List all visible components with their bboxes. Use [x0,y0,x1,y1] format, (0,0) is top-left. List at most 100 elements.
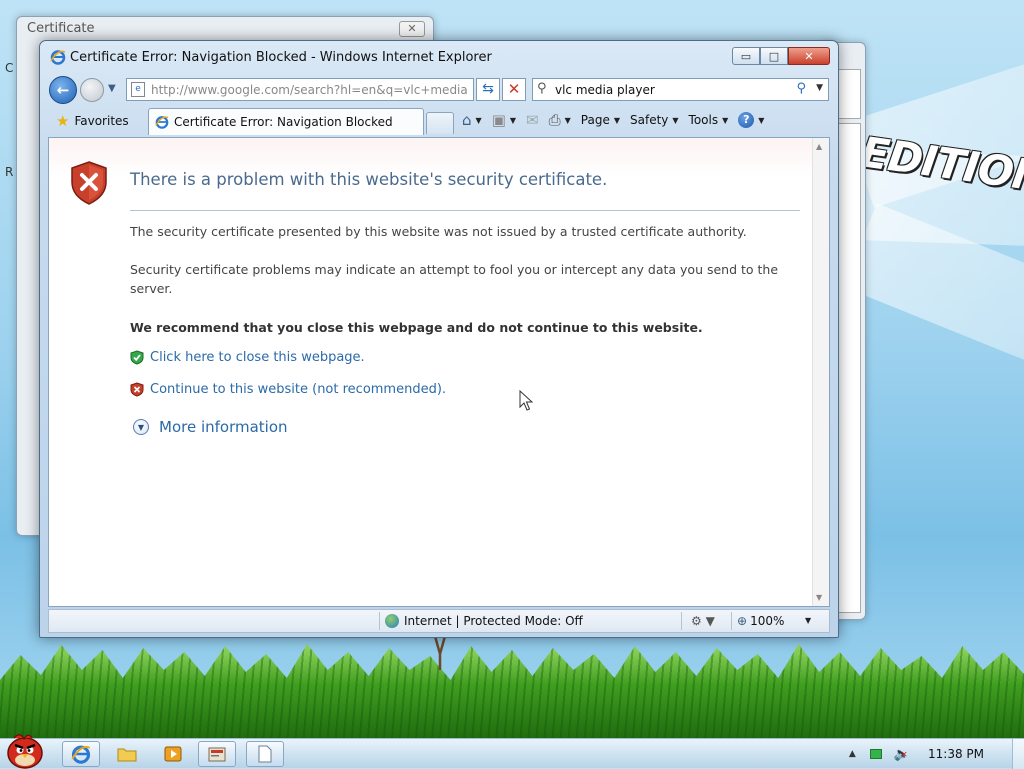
refresh-button[interactable]: ⇆ [476,78,500,101]
printer-icon: ⎙ [548,111,561,129]
search-input[interactable] [555,83,785,97]
close-webpage-link-text[interactable]: Click here to close this webpage. [150,350,365,365]
maximize-button[interactable]: □ [760,47,788,65]
vertical-scrollbar[interactable]: ▲ ▼ [812,138,829,606]
address-bar[interactable]: e [126,78,474,101]
favorites-button[interactable]: ★ Favorites [48,109,137,133]
scroll-up-arrow-icon[interactable]: ▲ [816,142,822,151]
help-icon: ? [738,112,755,128]
home-button[interactable]: ⌂ ▼ [462,111,482,129]
clock[interactable]: 11:38 PM [928,747,984,761]
address-input[interactable] [151,83,471,97]
stop-button[interactable]: ✕ [502,78,526,101]
zoom-dropdown[interactable]: ▼ [805,616,811,625]
command-bar: ⌂ ▼ ▣ ▼ ✉ ⎙ ▼ Page ▼ Safety ▼ Tools ▼ ? ▼ [462,111,774,129]
document-icon [258,745,272,763]
back-button[interactable]: ← [49,76,77,104]
recent-pages-dropdown[interactable]: ▼ [108,83,116,94]
red-shield-x-icon [130,382,144,397]
search-options-dropdown[interactable]: ▼ [816,83,823,93]
taskbar-ie-icon [71,745,91,764]
error-shield-icon [71,161,107,205]
green-shield-check-icon [130,350,144,365]
read-mail-button[interactable]: ✉ [526,111,539,129]
rss-feed-icon: ▣ [491,111,506,129]
taskbar-document-button[interactable] [246,741,284,767]
ie-window[interactable]: Certificate Error: Navigation Blocked - … [39,40,839,638]
title-bar[interactable]: Certificate Error: Navigation Blocked - … [40,41,838,73]
address-row: ← ▼ e ⇆ ✕ ⚲ ⚲ ▼ [46,75,832,105]
close-webpage-link[interactable]: Click here to close this webpage. [130,350,365,365]
network-icon[interactable] [869,749,882,759]
print-button[interactable]: ⎙ ▼ [549,111,571,129]
search-provider-icon: ⚲ [537,81,547,96]
minimize-button[interactable]: ▭ [732,47,760,65]
media-player-icon [164,746,182,762]
background-window-close-button[interactable]: ✕ [399,21,425,37]
explanation-paragraph: The security certificate presented by th… [130,224,747,239]
stop-icon: ✕ [507,80,521,98]
zoom-level-label: 100% [750,614,785,628]
warning-paragraph: Security certificate problems may indica… [130,262,779,296]
folder-icon [117,748,137,762]
continue-website-link[interactable]: Continue to this website (not recommende… [130,382,446,397]
taskbar-media-player-button[interactable] [154,741,192,767]
ie-logo-icon [50,50,66,65]
show-hidden-icons-button[interactable]: ▲ [849,749,856,759]
start-button[interactable] [2,729,48,769]
recommendation-text: We recommend that you close this webpage… [130,320,703,335]
taskbar-certificate-button[interactable] [198,741,236,767]
new-tab-button[interactable] [426,112,454,134]
tab-row: ★ Favorites Certificate Error: Navigatio… [46,107,832,135]
wallpaper-grass [0,644,1024,740]
zoom-magnifier-icon: ⊕ [737,614,748,628]
home-icon: ⌂ [462,111,472,129]
expand-chevron-icon: ▼ [133,419,149,435]
page-title: There is a problem with this website's s… [130,170,608,189]
refresh-icon: ⇆ [482,81,494,97]
favorites-star-icon: ★ [56,112,70,130]
wallpaper-slingshot [434,636,446,670]
safety-menu-label: Safety [630,113,669,127]
page-icon: e [131,82,145,97]
show-desktop-button[interactable] [1012,739,1024,769]
taskbar-explorer-button[interactable] [108,741,146,767]
protected-mode-icon[interactable]: ⚙ ▼ [691,614,715,628]
mail-icon: ✉ [526,111,539,129]
forward-button[interactable] [80,78,104,102]
taskbar: ▲ 🔈 ✕ 11:38 PM [0,734,1024,769]
zoom-level[interactable]: ⊕ 100% [737,614,784,628]
tab-label: Certificate Error: Navigation Blocked [174,115,393,129]
back-arrow-icon: ← [56,81,70,99]
window-title: Certificate Error: Navigation Blocked - … [70,50,492,65]
scroll-down-arrow-icon[interactable]: ▼ [816,593,822,602]
search-go-icon[interactable]: ⚲ [796,81,806,96]
volume-muted-icon[interactable]: 🔈 ✕ [894,747,910,762]
close-button[interactable]: ✕ [788,47,830,65]
certificate-app-icon [208,747,226,762]
background-window-text-r: R [5,165,14,179]
help-menu[interactable]: ? ▼ [738,112,764,128]
window-controls: ▭ □ ✕ [732,47,830,65]
taskbar-ie-button[interactable] [62,741,100,767]
background-window-title: Certificate [27,21,95,36]
system-tray: ▲ 🔈 ✕ 11:38 PM [849,739,1024,769]
background-window-text-c: C [5,61,14,75]
search-box[interactable]: ⚲ ⚲ ▼ [532,78,829,101]
tab-certificate-error[interactable]: Certificate Error: Navigation Blocked [148,108,424,135]
mouse-cursor-icon [519,390,533,411]
feeds-button[interactable]: ▣ ▼ [492,111,516,129]
continue-website-link-text[interactable]: Continue to this website (not recommende… [150,382,446,397]
favorites-label: Favorites [74,114,129,128]
tab-ie-icon [155,116,169,129]
security-zone-label: Internet | Protected Mode: Off [404,614,583,628]
tools-menu-label: Tools [688,113,719,127]
security-zone[interactable]: Internet | Protected Mode: Off [385,614,583,628]
safety-menu[interactable]: Safety ▼ [630,113,679,127]
more-information-toggle[interactable]: ▼ More information [133,418,288,436]
page-menu[interactable]: Page ▼ [581,113,620,127]
tools-menu[interactable]: Tools ▼ [689,113,729,127]
internet-globe-icon [385,614,399,628]
more-information-label: More information [159,418,288,436]
page-menu-label: Page [580,113,610,127]
